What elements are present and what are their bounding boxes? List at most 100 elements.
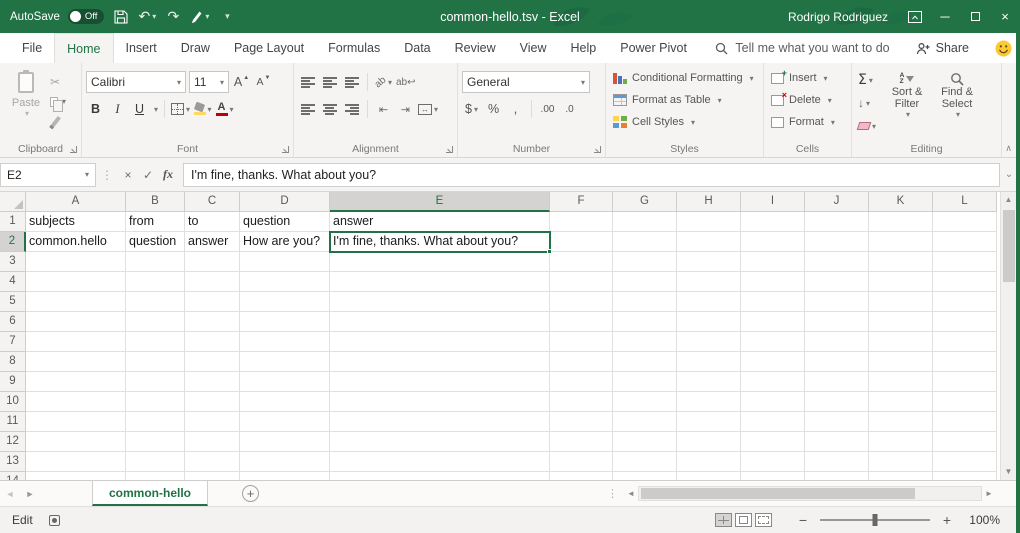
cell-I11[interactable]	[741, 412, 805, 432]
cell-D5[interactable]	[240, 292, 330, 312]
cell-L14[interactable]	[933, 472, 997, 480]
cell-H12[interactable]	[677, 432, 741, 452]
cell-G10[interactable]	[613, 392, 677, 412]
format-painter-button[interactable]	[48, 113, 68, 130]
cell-J5[interactable]	[805, 292, 869, 312]
cell-K14[interactable]	[869, 472, 933, 480]
cell-I3[interactable]	[741, 252, 805, 272]
undo-button[interactable]: ↶▾	[138, 4, 156, 30]
cell-C3[interactable]	[185, 252, 240, 272]
cell-A1[interactable]: subjects	[26, 212, 126, 232]
column-header-G[interactable]: G	[613, 192, 677, 212]
cell-H9[interactable]	[677, 372, 741, 392]
cell-K5[interactable]	[869, 292, 933, 312]
font-dialog-launcher[interactable]	[282, 146, 289, 153]
cell-F11[interactable]	[550, 412, 613, 432]
cell-F14[interactable]	[550, 472, 613, 480]
align-right-button[interactable]	[342, 98, 361, 120]
macro-record-icon[interactable]	[49, 515, 60, 526]
tab-review[interactable]: Review	[443, 33, 508, 63]
tab-formulas[interactable]: Formulas	[316, 33, 392, 63]
cell-H2[interactable]	[677, 232, 741, 252]
merge-center-button[interactable]: ↔▾	[418, 98, 438, 120]
cell-B11[interactable]	[126, 412, 185, 432]
cell-C11[interactable]	[185, 412, 240, 432]
cell-D7[interactable]	[240, 332, 330, 352]
cell-A6[interactable]	[26, 312, 126, 332]
cell-B7[interactable]	[126, 332, 185, 352]
collapse-ribbon-button[interactable]: ∧	[1005, 143, 1012, 154]
row-header-10[interactable]: 10	[0, 392, 26, 412]
zoom-level[interactable]: 100%	[964, 513, 1000, 527]
format-cells-button[interactable]: Format ▾	[768, 111, 847, 133]
align-top-button[interactable]	[298, 71, 317, 93]
cell-A13[interactable]	[26, 452, 126, 472]
cell-G8[interactable]	[613, 352, 677, 372]
cell-B12[interactable]	[126, 432, 185, 452]
tab-home[interactable]: Home	[54, 33, 113, 63]
font-size-select[interactable]: 11▾	[189, 71, 229, 93]
sheet-nav-right-icon[interactable]: ►	[20, 489, 40, 499]
cell-F13[interactable]	[550, 452, 613, 472]
cell-F3[interactable]	[550, 252, 613, 272]
cell-G14[interactable]	[613, 472, 677, 480]
cell-C1[interactable]: to	[185, 212, 240, 232]
increase-decimal-button[interactable]: .00	[538, 98, 557, 120]
cell-E8[interactable]	[330, 352, 550, 372]
alignment-dialog-launcher[interactable]	[446, 146, 453, 153]
cell-F8[interactable]	[550, 352, 613, 372]
cell-I13[interactable]	[741, 452, 805, 472]
column-header-D[interactable]: D	[240, 192, 330, 212]
cell-C2[interactable]: answer	[185, 232, 240, 252]
cell-G7[interactable]	[613, 332, 677, 352]
cell-D11[interactable]	[240, 412, 330, 432]
cell-G9[interactable]	[613, 372, 677, 392]
cell-J3[interactable]	[805, 252, 869, 272]
cell-E7[interactable]	[330, 332, 550, 352]
conditional-formatting-button[interactable]: Conditional Formatting ▾	[610, 67, 759, 89]
close-button[interactable]: ×	[990, 0, 1020, 33]
row-header-14[interactable]: 14	[0, 472, 26, 480]
cell-H4[interactable]	[677, 272, 741, 292]
cell-K4[interactable]	[869, 272, 933, 292]
fill-button[interactable]: ↓▾	[856, 93, 878, 113]
cell-J10[interactable]	[805, 392, 869, 412]
cell-B5[interactable]	[126, 292, 185, 312]
tab-file[interactable]: File	[10, 33, 54, 63]
cell-K11[interactable]	[869, 412, 933, 432]
cell-I2[interactable]	[741, 232, 805, 252]
bold-button[interactable]: B	[86, 98, 105, 120]
cell-J14[interactable]	[805, 472, 869, 480]
cell-D13[interactable]	[240, 452, 330, 472]
cell-C12[interactable]	[185, 432, 240, 452]
cell-F7[interactable]	[550, 332, 613, 352]
maximize-button[interactable]	[960, 0, 990, 33]
column-header-I[interactable]: I	[741, 192, 805, 212]
cell-D14[interactable]	[240, 472, 330, 480]
normal-view-button[interactable]	[715, 513, 732, 527]
cell-J2[interactable]	[805, 232, 869, 252]
cell-K8[interactable]	[869, 352, 933, 372]
cell-J12[interactable]	[805, 432, 869, 452]
cell-J11[interactable]	[805, 412, 869, 432]
row-header-9[interactable]: 9	[0, 372, 26, 392]
fill-color-button[interactable]: ▾	[193, 98, 212, 120]
cell-E3[interactable]	[330, 252, 550, 272]
find-select-button[interactable]: Find & Select ▾	[932, 67, 982, 136]
cell-L9[interactable]	[933, 372, 997, 392]
cell-J13[interactable]	[805, 452, 869, 472]
page-layout-view-button[interactable]	[735, 513, 752, 527]
cell-E13[interactable]	[330, 452, 550, 472]
scroll-up-icon[interactable]: ▲	[1005, 192, 1013, 208]
font-name-select[interactable]: Calibri▾	[86, 71, 186, 93]
cell-A8[interactable]	[26, 352, 126, 372]
cell-K12[interactable]	[869, 432, 933, 452]
cell-F9[interactable]	[550, 372, 613, 392]
column-header-E[interactable]: E	[330, 192, 550, 212]
align-center-button[interactable]	[320, 98, 339, 120]
tab-scrollbar-splitter[interactable]: ⋮	[607, 487, 618, 500]
tab-view[interactable]: View	[508, 33, 559, 63]
percent-button[interactable]: %	[484, 98, 503, 120]
cell-J8[interactable]	[805, 352, 869, 372]
column-header-L[interactable]: L	[933, 192, 997, 212]
